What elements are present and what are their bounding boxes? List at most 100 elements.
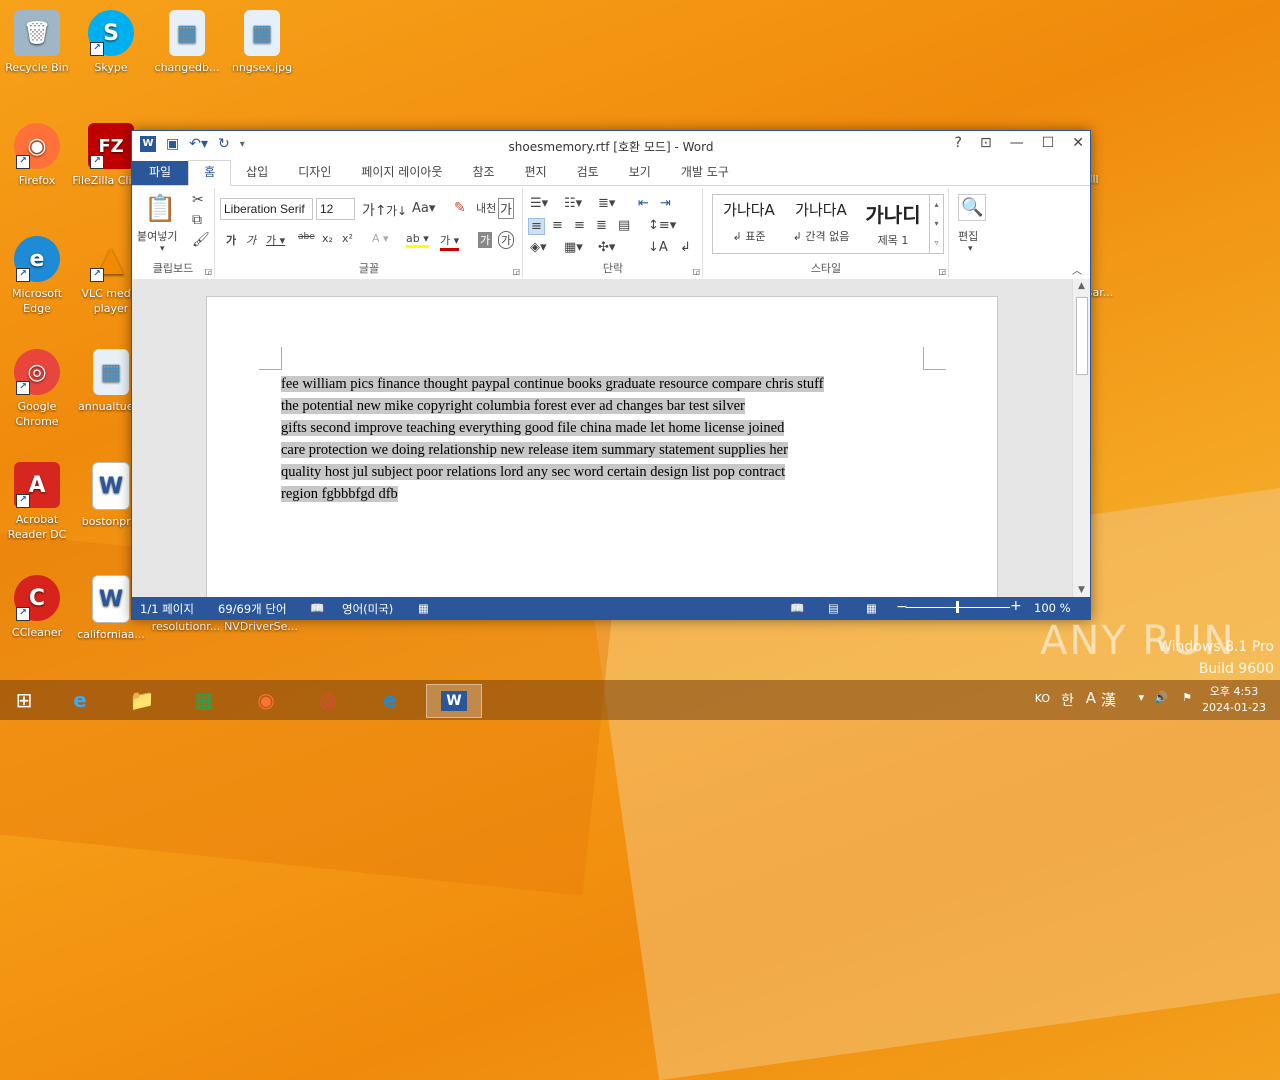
desktop-icon-edge[interactable]: e ↗ Microsoft Edge [0, 232, 77, 316]
style-no-spacing[interactable]: 가나다A ↲ 간격 없음 [785, 199, 857, 244]
proofing-icon[interactable]: 📖 [310, 601, 324, 615]
text-effects-icon[interactable]: A ▾ [372, 232, 389, 245]
word-count[interactable]: 69/69개 단어 [218, 601, 287, 617]
font-size-box[interactable]: 12 [316, 198, 355, 220]
desktop-icon-bar[interactable]: Bar... [1085, 285, 1133, 300]
page-count[interactable]: 1/1 페이지 [140, 601, 194, 617]
format-painter-icon[interactable]: 🖌 [192, 232, 210, 248]
style-normal[interactable]: 가나다A ↲ 표준 [713, 199, 785, 244]
scroll-up-icon[interactable]: ▲ [1073, 281, 1090, 291]
font-color-icon[interactable]: 가 ▾ [440, 232, 460, 251]
scroll-thumb[interactable] [1076, 297, 1088, 375]
editing-dropdown-icon[interactable]: ▾ [968, 244, 973, 254]
multilevel-list-icon[interactable]: ≣▾ [598, 196, 615, 211]
clock[interactable]: 오후 4:53 2024-01-23 [1202, 684, 1266, 716]
asian-layout-icon[interactable]: ✣▾ [598, 240, 615, 255]
strikethrough-icon[interactable]: abe [298, 232, 315, 242]
ribbon-display-options-icon[interactable]: ⊡ [980, 135, 992, 151]
style-heading1[interactable]: 가나디 제목 1 [857, 199, 929, 248]
desktop-icon-firefox[interactable]: ◉ ↗ Firefox [0, 119, 77, 188]
editing-button[interactable]: 편집 [958, 228, 978, 244]
font-name-box[interactable]: Liberation Serif [220, 198, 313, 220]
copy-icon[interactable]: ⧉ [192, 212, 202, 228]
superscript-icon[interactable]: x² [342, 232, 353, 245]
enclose-characters-icon[interactable]: 가 [498, 198, 514, 219]
line-spacing-icon[interactable]: ↕≡▾ [648, 218, 676, 233]
tab-review[interactable]: 검토 [562, 161, 614, 185]
decrease-indent-icon[interactable]: ⇤ [638, 196, 649, 211]
help-button[interactable]: ? [955, 135, 962, 151]
tab-developer[interactable]: 개발 도구 [666, 161, 744, 185]
justify-icon[interactable]: ≣ [596, 218, 607, 233]
enclosed-character-icon[interactable]: 가 [498, 231, 515, 249]
dialog-launcher-icon[interactable]: ◲ [204, 267, 212, 276]
chrome-icon[interactable]: ◎ [308, 684, 348, 716]
internet-explorer-icon[interactable]: e [60, 684, 100, 716]
change-case-icon[interactable]: Aa▾ [412, 201, 435, 216]
desktop-icon-nngsex[interactable]: ▦ nngsex.jpg [222, 6, 302, 75]
action-center-icon[interactable]: ⚑ [1182, 691, 1192, 704]
tab-design[interactable]: 디자인 [283, 161, 346, 185]
paste-dropdown-icon[interactable]: ▾ [160, 244, 165, 254]
firefox-icon[interactable]: ◉ [246, 684, 286, 716]
ime-indicator[interactable]: KO [1035, 692, 1050, 705]
paste-button[interactable]: 붙여넣기 [137, 228, 177, 244]
start-button[interactable]: ⊞ [4, 684, 44, 716]
align-center-icon[interactable]: ≡ [552, 218, 563, 233]
ime-hangul-icon[interactable]: 한 [1061, 690, 1074, 710]
desktop-icon-resolutionr[interactable]: resolutionr... [146, 619, 226, 634]
zoom-level[interactable]: 100 % [1034, 601, 1071, 615]
borders-icon[interactable]: ▦▾ [564, 240, 583, 255]
bullets-icon[interactable]: ☰▾ [530, 196, 548, 211]
collapse-ribbon-icon[interactable]: ︿ [1072, 262, 1082, 277]
desktop-icon-acrobat[interactable]: A ↗ Acrobat Reader DC [0, 458, 77, 542]
web-layout-icon[interactable]: ▦ [866, 601, 877, 615]
file-explorer-icon[interactable]: 📁 [122, 684, 162, 716]
align-right-icon[interactable]: ≡ [574, 218, 585, 233]
grow-font-icon[interactable]: 가↑ [362, 200, 387, 220]
underline-icon[interactable]: 가 ▾ [266, 232, 285, 248]
sort-icon[interactable]: ↓A [648, 240, 668, 255]
zoom-in-icon[interactable]: + [1010, 598, 1022, 614]
show-marks-icon[interactable]: ↲ [680, 240, 691, 255]
cut-icon[interactable]: ✂ [192, 192, 204, 208]
bold-icon[interactable]: 가 [226, 232, 236, 248]
highlight-icon[interactable]: ab ▾ [406, 232, 429, 248]
read-mode-icon[interactable]: 📖 [790, 601, 804, 615]
tab-file[interactable]: 파일 [132, 161, 189, 185]
zoom-slider-thumb[interactable] [956, 601, 959, 613]
tab-home[interactable]: 홈 [188, 160, 232, 186]
macro-icon[interactable]: ▦ [418, 601, 429, 615]
desktop-icon-recycle-bin[interactable]: 🗑 Recycle Bin [0, 6, 77, 75]
tab-page-layout[interactable]: 페이지 레이아웃 [346, 161, 457, 185]
paste-icon[interactable]: 📋 [144, 194, 176, 224]
increase-indent-icon[interactable]: ⇥ [660, 196, 671, 211]
desktop-icon-skype[interactable]: S ↗ Skype [71, 6, 151, 75]
desktop-icon-chrome[interactable]: ◎ ↗ Google Chrome [0, 345, 77, 429]
character-shading-icon[interactable]: 가 [478, 232, 493, 248]
dialog-launcher-icon[interactable]: ◲ [938, 267, 946, 276]
align-left-icon[interactable]: ≡ [528, 218, 545, 235]
volume-icon[interactable]: 🔊 [1154, 691, 1168, 704]
subscript-icon[interactable]: x₂ [322, 232, 333, 245]
maximize-button[interactable]: ☐ [1042, 135, 1055, 151]
network-icon[interactable]: ▾ [1138, 691, 1144, 704]
print-layout-icon[interactable]: ▤ [828, 601, 839, 615]
shrink-font-icon[interactable]: 가↓ [386, 202, 407, 219]
shading-icon[interactable]: ◈▾ [530, 240, 547, 255]
tab-insert[interactable]: 삽입 [231, 161, 283, 185]
vertical-scrollbar[interactable]: ▲ ▼ [1072, 279, 1090, 597]
phonetic-guide-icon[interactable]: 내천 [476, 200, 496, 216]
ime-mode-icon[interactable]: A [1086, 689, 1096, 707]
language-indicator[interactable]: 영어(미국) [342, 601, 393, 617]
distributed-icon[interactable]: ▤ [618, 218, 630, 233]
ime-hanja-icon[interactable]: 漢 [1101, 689, 1116, 710]
word-taskbar-button[interactable]: W [426, 684, 482, 718]
scroll-down-icon[interactable]: ▼ [1073, 585, 1090, 595]
desktop-icon-ccleaner[interactable]: C ↗ CCleaner [0, 571, 77, 640]
close-button[interactable]: ✕ [1072, 135, 1084, 151]
tab-references[interactable]: 참조 [457, 161, 509, 185]
italic-icon[interactable]: 가 [246, 232, 256, 248]
tab-mailings[interactable]: 편지 [510, 161, 562, 185]
clear-formatting-icon[interactable]: ✎ [454, 200, 466, 216]
